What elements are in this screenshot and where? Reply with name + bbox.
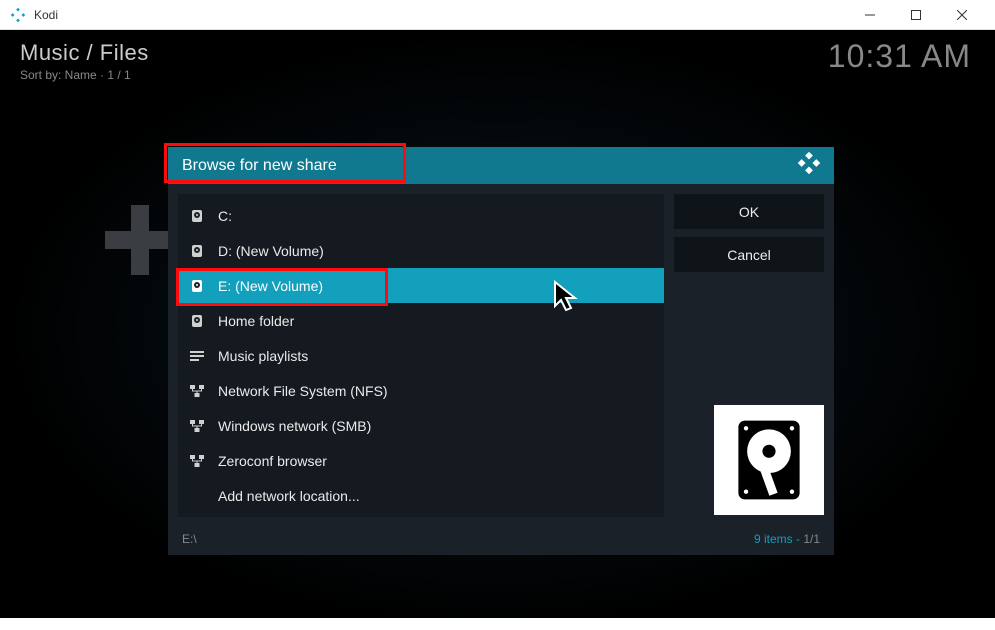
- source-list-item-label: E: (New Volume): [218, 278, 323, 294]
- source-list-item[interactable]: Zeroconf browser: [178, 443, 664, 478]
- source-list-item-label: D: (New Volume): [218, 243, 324, 259]
- source-list-item[interactable]: Add network location...: [178, 478, 664, 513]
- source-list-item[interactable]: Network File System (NFS): [178, 373, 664, 408]
- kodi-app-icon: [10, 7, 26, 23]
- breadcrumb: Music / Files: [20, 40, 149, 66]
- hard-drive-icon: [734, 416, 804, 504]
- add-source-plus-icon: [105, 205, 175, 275]
- header-info: Music / Files Sort by: Name · 1 / 1: [20, 40, 149, 82]
- close-button[interactable]: [939, 0, 985, 30]
- source-list-item-label: C:: [218, 208, 232, 224]
- dialog-title: Browse for new share: [182, 157, 337, 175]
- playlist-icon: [188, 350, 206, 362]
- source-list-item[interactable]: Windows network (SMB): [178, 408, 664, 443]
- drive-icon: [188, 244, 206, 258]
- source-list-item[interactable]: C:: [178, 198, 664, 233]
- source-list-item-label: Add network location...: [218, 488, 360, 504]
- network-icon: [188, 385, 206, 397]
- dialog-body: C: D: (New Volume) E: (New Volume) Home fol…: [168, 184, 834, 527]
- footer-path: E:\: [182, 532, 197, 546]
- source-list-item[interactable]: E: (New Volume): [178, 268, 664, 303]
- dialog-footer: E:\ 9 items - 1/1: [168, 527, 834, 555]
- drive-icon: [188, 279, 206, 293]
- kodi-app: Music / Files Sort by: Name · 1 / 1 10:3…: [0, 30, 995, 630]
- clock: 10:31 AM: [828, 38, 971, 75]
- browse-dialog: Browse for new share C: D: (New Volume) E:…: [168, 147, 834, 555]
- footer-count: 9 items - 1/1: [754, 532, 820, 546]
- ok-button[interactable]: OK: [674, 194, 824, 229]
- source-list-item-label: Home folder: [218, 313, 294, 329]
- window-controls: [847, 0, 985, 30]
- source-list: C: D: (New Volume) E: (New Volume) Home fol…: [178, 194, 664, 517]
- drive-icon: [188, 314, 206, 328]
- cancel-button[interactable]: Cancel: [674, 237, 824, 272]
- source-list-item[interactable]: D: (New Volume): [178, 233, 664, 268]
- sort-line: Sort by: Name · 1 / 1: [20, 68, 149, 82]
- window-titlebar: Kodi: [0, 0, 995, 30]
- source-list-item-label: Windows network (SMB): [218, 418, 371, 434]
- minimize-button[interactable]: [847, 0, 893, 30]
- network-icon: [188, 455, 206, 467]
- window-title: Kodi: [34, 8, 58, 22]
- dialog-sidebar: OK Cancel: [674, 194, 824, 517]
- network-icon: [188, 420, 206, 432]
- source-list-item[interactable]: Home folder: [178, 303, 664, 338]
- source-list-item-label: Network File System (NFS): [218, 383, 388, 399]
- bottom-mask: [0, 618, 995, 630]
- maximize-button[interactable]: [893, 0, 939, 30]
- source-list-item-label: Zeroconf browser: [218, 453, 327, 469]
- source-list-item[interactable]: Music playlists: [178, 338, 664, 373]
- drive-icon: [188, 209, 206, 223]
- drive-preview: [714, 405, 824, 515]
- dialog-header: Browse for new share: [168, 147, 834, 184]
- kodi-logo-icon: [798, 152, 820, 179]
- source-list-item-label: Music playlists: [218, 348, 308, 364]
